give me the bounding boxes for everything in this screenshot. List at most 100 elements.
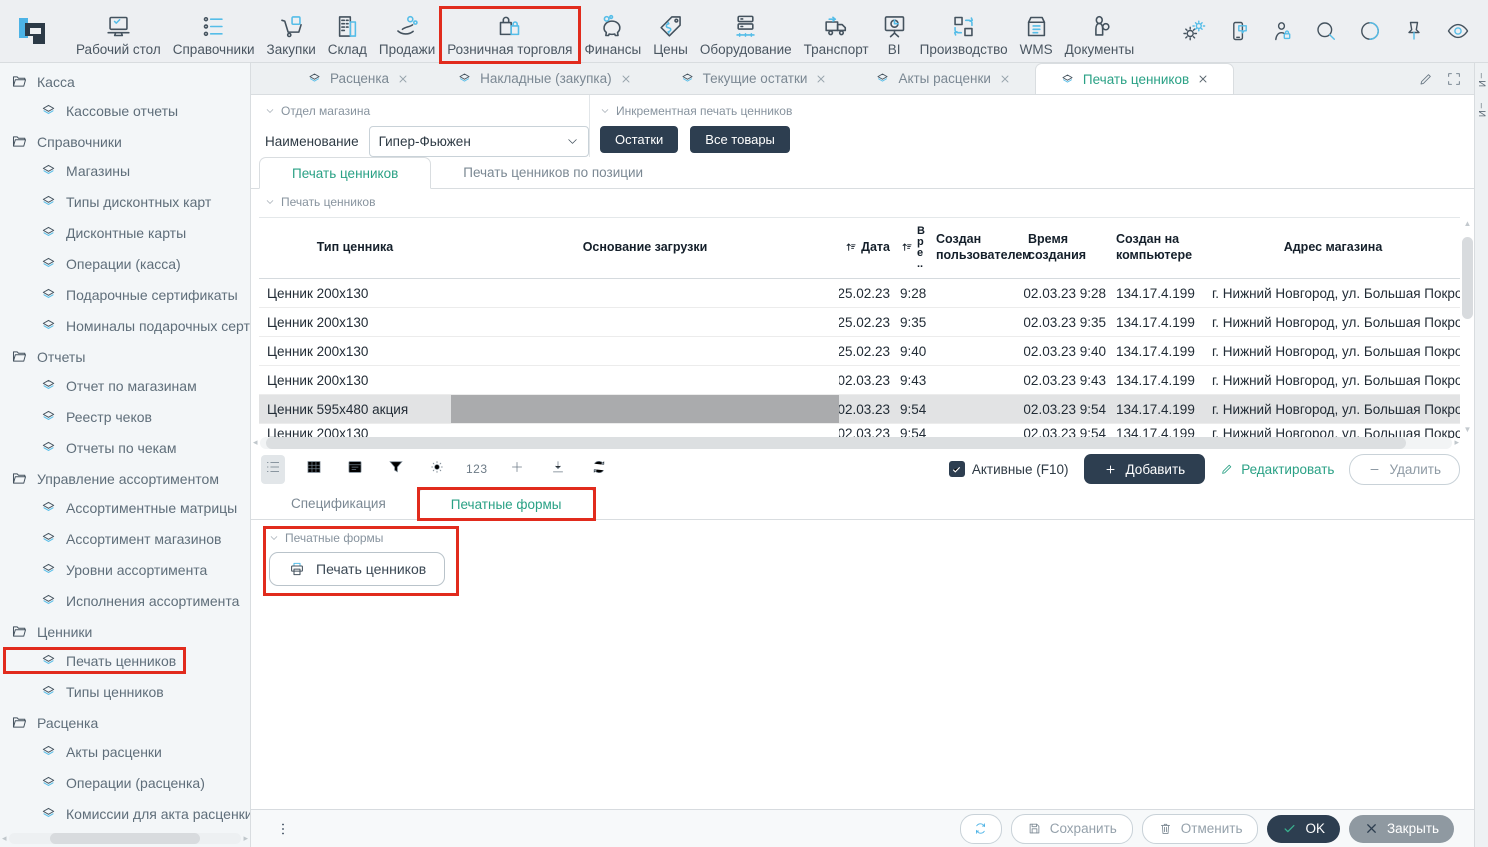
tree-item-1-3[interactable]: Операции (касса)	[0, 249, 250, 280]
tree-item-3-0[interactable]: Ассортиментные матрицы	[0, 493, 250, 524]
pin-icon[interactable]	[1402, 19, 1426, 43]
menu-item-warehouse[interactable]: Склад	[322, 8, 373, 62]
tree-item-1-5[interactable]: Номиналы подарочных сертифика	[0, 311, 250, 342]
close-tab-icon[interactable]	[999, 73, 1011, 85]
tree-group-1[interactable]: Справочники	[0, 127, 250, 156]
menu-item-bi[interactable]: BI	[875, 8, 914, 62]
close-tab-icon[interactable]	[1197, 73, 1209, 85]
feedback-chat-icon[interactable]	[1226, 19, 1250, 43]
scroll-down-icon[interactable]: ▼	[1464, 425, 1472, 435]
refresh-loop-icon[interactable]	[587, 455, 611, 484]
tree-item-5-2[interactable]: Комиссии для акта расценки	[0, 799, 250, 830]
close-tab-icon[interactable]	[397, 73, 409, 85]
col-header-date[interactable]: Дата	[839, 240, 896, 256]
tree-item-5-0[interactable]: Акты расценки	[0, 737, 250, 768]
add-column-icon[interactable]	[505, 455, 529, 484]
scroll-up-icon[interactable]: ▲	[1464, 219, 1472, 229]
scrollbar-thumb[interactable]	[50, 833, 199, 844]
incremental-button-1[interactable]: Все товары	[690, 126, 790, 153]
active-f10-checkbox[interactable]: Активные (F10)	[949, 461, 1069, 477]
col-header-basis[interactable]: Основание загрузки	[451, 240, 839, 256]
store-name-select[interactable]: Гипер-Фьюжен	[369, 126, 589, 157]
close-tab-icon[interactable]	[815, 73, 827, 85]
tree-item-2-2[interactable]: Отчеты по чекам	[0, 433, 250, 464]
tree-item-5-1[interactable]: Операции (расценка)	[0, 768, 250, 799]
menu-item-production[interactable]: Производство	[914, 8, 1014, 62]
tree-item-1-1[interactable]: Типы дисконтных карт	[0, 187, 250, 218]
table-horizontal-scrollbar[interactable]: ◂ ▸	[253, 436, 1459, 449]
scrollbar-thumb[interactable]	[266, 437, 1407, 449]
collapsed-panel-0[interactable]: –И	[1476, 73, 1487, 89]
table-row-0[interactable]: Ценник 200x13025.02.239:2802.03.23 9:281…	[259, 279, 1460, 308]
edit-button[interactable]: Редактировать	[1220, 462, 1334, 477]
eye-icon[interactable]	[1446, 19, 1470, 43]
edit-pencil-icon[interactable]	[1418, 71, 1434, 87]
scrollbar-thumb[interactable]	[1462, 237, 1473, 319]
menu-item-directory[interactable]: Справочники	[167, 8, 261, 62]
menu-item-finance[interactable]: Финансы	[579, 8, 648, 62]
table-row-3[interactable]: Ценник 200x13002.03.239:4302.03.23 9:431…	[259, 366, 1460, 395]
refresh-button[interactable]	[960, 814, 1002, 844]
history-clock-icon[interactable]	[1358, 19, 1382, 43]
close-button[interactable]: Закрыть	[1349, 815, 1454, 843]
table-section-header[interactable]: Печать ценников	[265, 195, 1474, 209]
ok-button[interactable]: OK	[1267, 815, 1340, 843]
tree-group-0[interactable]: Касса	[0, 67, 250, 96]
more-options-dots-icon[interactable]	[275, 821, 291, 837]
tree-item-3-2[interactable]: Уровни ассортимента	[0, 555, 250, 586]
expand-fullscreen-icon[interactable]	[1446, 71, 1462, 87]
tree-group-5[interactable]: Расценка	[0, 708, 250, 737]
table-vertical-scrollbar[interactable]: ▲ ▼	[1461, 219, 1474, 435]
incremental-button-0[interactable]: Остатки	[600, 126, 678, 153]
menu-item-prices[interactable]: Цены	[647, 8, 694, 62]
tree-item-1-2[interactable]: Дисконтные карты	[0, 218, 250, 249]
menu-item-sales[interactable]: Продажи	[373, 8, 441, 62]
print-tab-1[interactable]: Печать ценников по позиции	[431, 157, 675, 188]
save-button[interactable]: Сохранить	[1011, 814, 1133, 844]
menu-item-transport[interactable]: Транспорт	[798, 8, 875, 62]
row-numbers-toggle[interactable]: 123	[466, 462, 488, 476]
col-header-address[interactable]: Адрес магазина	[1206, 240, 1460, 256]
doc-tab-2[interactable]: Текущие остатки	[656, 63, 852, 94]
settings-gears-icon[interactable]	[1182, 19, 1206, 43]
table-row-2[interactable]: Ценник 200x13025.02.239:4002.03.23 9:401…	[259, 337, 1460, 366]
list-view-icon[interactable]	[261, 455, 285, 484]
tree-group-3[interactable]: Управление ассортиментом	[0, 464, 250, 493]
detail-tab-0[interactable]: Спецификация	[259, 488, 418, 519]
scroll-right-icon[interactable]: ▸	[243, 834, 248, 843]
tree-item-0-0[interactable]: Кассовые отчеты	[0, 96, 250, 127]
tree-item-4-1[interactable]: Типы ценников	[0, 677, 250, 708]
tree-group-2[interactable]: Отчеты	[0, 342, 250, 371]
detail-tab-1[interactable]: Печатные формы	[418, 488, 595, 520]
tree-item-1-0[interactable]: Магазины	[0, 156, 250, 187]
sidebar-horizontal-scrollbar[interactable]: ◂ ▸	[0, 832, 250, 845]
tree-item-2-0[interactable]: Отчет по магазинам	[0, 371, 250, 402]
tree-item-1-4[interactable]: Подарочные сертификаты	[0, 280, 250, 311]
menu-item-retail[interactable]: Розничная торговля	[441, 8, 578, 62]
col-header-time[interactable]: Вре..	[896, 226, 932, 270]
col-header-created[interactable]: Время создания	[1024, 232, 1112, 263]
table-row-1[interactable]: Ценник 200x13025.02.239:3502.03.23 9:351…	[259, 308, 1460, 337]
menu-item-wms[interactable]: WMS	[1014, 8, 1059, 62]
tree-item-3-1[interactable]: Ассортимент магазинов	[0, 524, 250, 555]
collapsed-panel-1[interactable]: –И	[1476, 103, 1487, 119]
table-row-4[interactable]: Ценник 595x480 акция02.03.239:5402.03.23…	[259, 395, 1460, 424]
scroll-right-icon[interactable]: ▸	[1454, 438, 1459, 447]
add-button[interactable]: Добавить	[1084, 454, 1206, 484]
card-view-icon[interactable]	[343, 455, 367, 484]
filter-icon[interactable]	[384, 455, 408, 484]
menu-item-equipment[interactable]: Оборудование	[694, 8, 798, 62]
print-tab-0[interactable]: Печать ценников	[259, 157, 431, 189]
checkbox-checked-icon[interactable]	[949, 461, 965, 477]
table-view-icon[interactable]	[302, 455, 326, 484]
scroll-left-icon[interactable]: ◂	[2, 834, 7, 843]
store-section-header[interactable]: Отдел магазина	[265, 104, 589, 118]
tree-group-4[interactable]: Ценники	[0, 617, 250, 646]
scroll-left-icon[interactable]: ◂	[253, 438, 258, 447]
search-icon[interactable]	[1314, 19, 1338, 43]
delete-button[interactable]: Удалить	[1349, 454, 1460, 485]
menu-item-desktop[interactable]: Рабочий стол	[70, 8, 167, 62]
user-lock-icon[interactable]	[1270, 19, 1294, 43]
menu-item-documents[interactable]: Документы	[1059, 8, 1141, 62]
doc-tab-0[interactable]: Расценка	[283, 63, 433, 94]
